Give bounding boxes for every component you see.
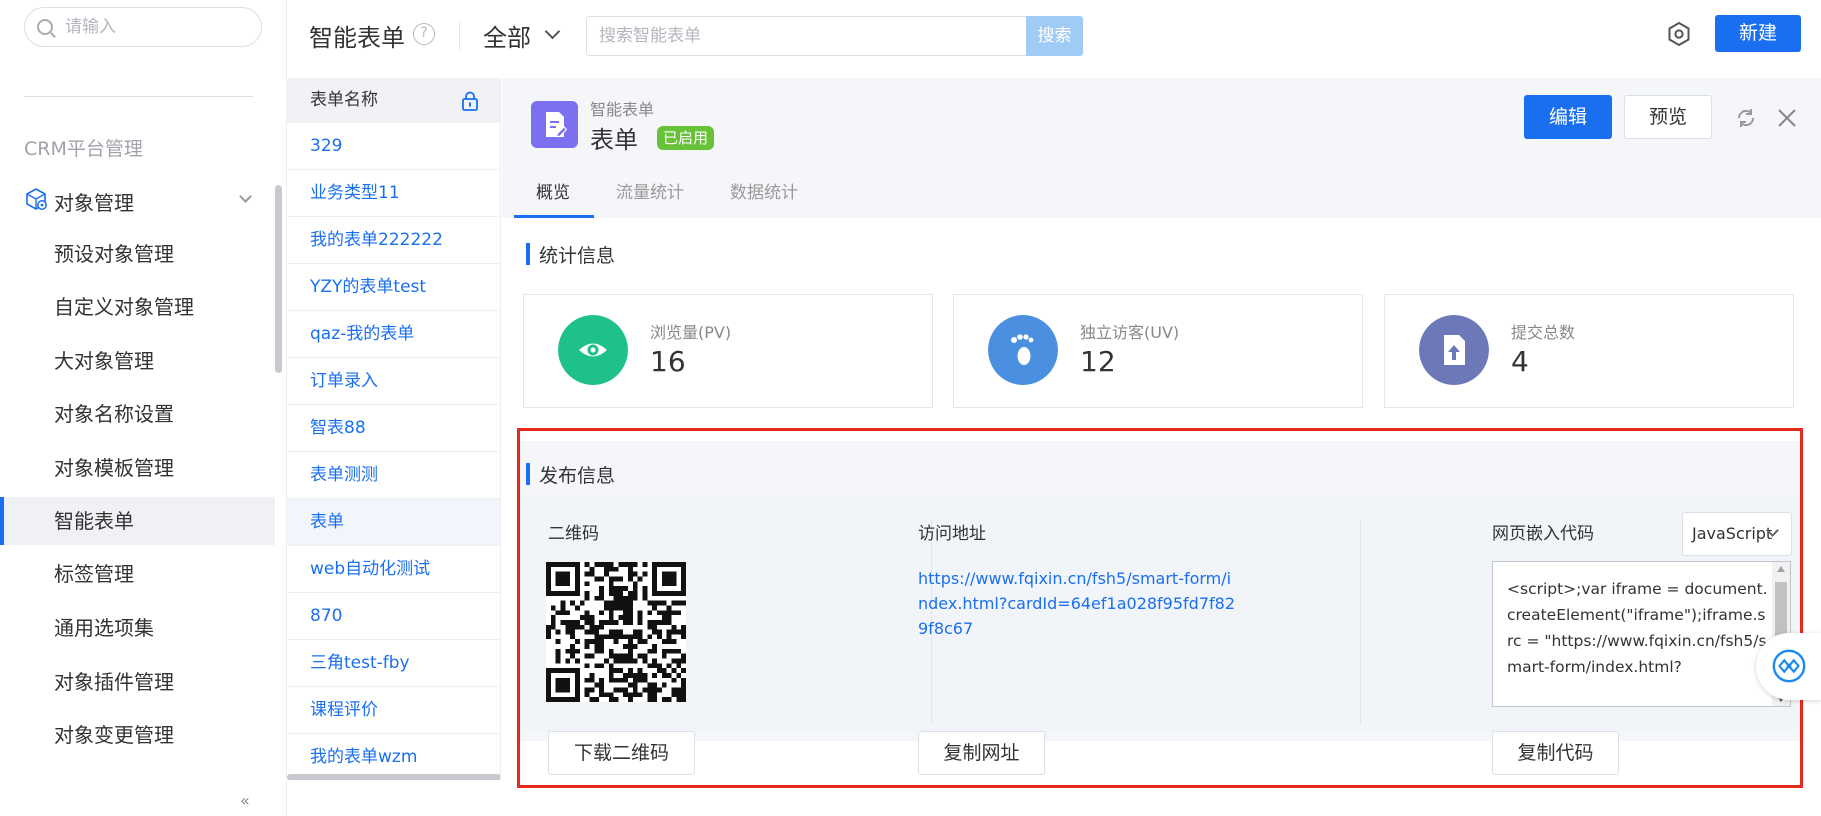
- collapse-sidebar-icon[interactable]: «: [240, 791, 250, 810]
- form-list-item[interactable]: web自动化测试: [287, 546, 500, 593]
- embed-code-label: 网页嵌入代码: [1492, 524, 1594, 544]
- qrcode-label: 二维码: [548, 524, 599, 544]
- sidebar-item[interactable]: 对象插件管理: [0, 658, 275, 706]
- form-list: 表单名称 329 业务类型11 我的表单222222 YZY的表单test qaz-我的…: [287, 78, 501, 780]
- form-edit-icon: [531, 101, 578, 148]
- download-qrcode-button[interactable]: 下载二维码: [548, 731, 695, 775]
- publish-content: 二维码 下载二维码 访问地址 https://www.fqixin.cn/fsh…: [522, 498, 1798, 775]
- form-list-item[interactable]: 329: [287, 123, 500, 170]
- file-upload-icon: [1419, 315, 1489, 385]
- tab-data-stats[interactable]: 数据统计: [730, 178, 798, 203]
- sidebar-group-label: CRM平台管理: [24, 138, 143, 160]
- scroll-up-arrow-icon[interactable]: [1777, 566, 1785, 572]
- scope-dropdown[interactable]: 全部: [483, 18, 531, 53]
- embed-code-text: <script>;var iframe = document.createEle…: [1507, 580, 1768, 676]
- copy-code-button[interactable]: 复制代码: [1492, 731, 1619, 775]
- form-list-header: 表单名称: [287, 78, 500, 123]
- sidebar-item[interactable]: 对象名称设置: [0, 390, 275, 438]
- header: 智能表单 ? 全部 搜索 新建: [287, 0, 1821, 70]
- form-list-item[interactable]: YZY的表单test: [287, 264, 500, 311]
- chevron-down-icon[interactable]: [544, 23, 561, 40]
- lock-icon[interactable]: [461, 91, 479, 111]
- detail-title: 表单: [590, 126, 638, 154]
- form-search[interactable]: [586, 16, 1029, 56]
- footprint-icon: [988, 315, 1058, 385]
- help-icon[interactable]: ?: [413, 23, 435, 45]
- sidebar-divider: [24, 96, 253, 97]
- sidebar-item[interactable]: 自定义对象管理: [0, 283, 275, 331]
- sidebar-item[interactable]: 智能表单: [0, 497, 275, 545]
- detail-subtitle: 智能表单: [590, 100, 655, 119]
- sidebar-search-input[interactable]: [65, 14, 255, 40]
- form-list-item[interactable]: 我的表单222222: [287, 217, 500, 264]
- tab-overview[interactable]: 概览: [536, 178, 570, 203]
- form-list-item[interactable]: 870: [287, 593, 500, 640]
- stat-value: 4: [1511, 345, 1529, 378]
- sidebar-item[interactable]: 通用选项集: [0, 604, 275, 652]
- form-list-scrollbar[interactable]: [287, 774, 500, 780]
- stats-section-title: 统计信息: [526, 241, 615, 268]
- cube-settings-icon: [26, 188, 47, 210]
- publish-section: 发布信息 二维码 下载二维码 访问地址 https://www.fqixin.c…: [516, 441, 1804, 775]
- eye-icon: [558, 315, 628, 385]
- form-search-input[interactable]: [587, 17, 1028, 55]
- detail-header: 智能表单 表单 已启用 编辑 预览 概览 流量统计 数据统计: [502, 78, 1821, 218]
- header-divider: [459, 22, 460, 50]
- column-divider: [1360, 519, 1361, 724]
- embed-language-value: JavaScript: [1692, 524, 1773, 543]
- sidebar-item[interactable]: 标签管理: [0, 550, 275, 598]
- form-list-item[interactable]: 三角test-fby: [287, 640, 500, 687]
- form-list-item[interactable]: 订单录入: [287, 358, 500, 405]
- tab-traffic-stats[interactable]: 流量统计: [616, 178, 684, 203]
- stat-label: 浏览量(PV): [650, 323, 732, 342]
- sidebar-search[interactable]: [24, 7, 262, 47]
- stat-card-pv: 浏览量(PV) 16: [523, 294, 933, 408]
- url-label: 访问地址: [918, 524, 986, 544]
- preview-button[interactable]: 预览: [1624, 95, 1712, 139]
- form-list-item[interactable]: 课程评价: [287, 687, 500, 734]
- copy-url-button[interactable]: 复制网址: [918, 731, 1045, 775]
- new-button[interactable]: 新建: [1715, 15, 1801, 52]
- status-badge: 已启用: [657, 126, 715, 150]
- stat-card-submissions: 提交总数 4: [1384, 294, 1794, 408]
- search-icon: [37, 19, 53, 35]
- sidebar-parent-label: 对象管理: [54, 191, 134, 215]
- chevron-down-icon: [239, 190, 252, 203]
- floating-assistant-button[interactable]: [1756, 633, 1821, 700]
- sidebar-item-object-management[interactable]: 对象管理: [0, 182, 275, 218]
- form-list-item[interactable]: 表单测测: [287, 452, 500, 499]
- sidebar-item[interactable]: 大对象管理: [0, 337, 275, 385]
- stat-label: 独立访客(UV): [1080, 323, 1180, 342]
- sidebar-item[interactable]: 对象变更管理: [0, 711, 275, 759]
- embed-language-select[interactable]: JavaScript: [1682, 512, 1792, 556]
- form-detail-panel: 智能表单 表单 已启用 编辑 预览 概览 流量统计 数据统计 统计信息 浏览量(…: [502, 78, 1821, 816]
- close-icon[interactable]: [1777, 108, 1797, 128]
- assistant-icon: [1772, 649, 1806, 683]
- form-list-item[interactable]: 业务类型11: [287, 170, 500, 217]
- edit-button[interactable]: 编辑: [1524, 95, 1612, 139]
- stat-card-uv: 独立访客(UV) 12: [953, 294, 1363, 408]
- stat-value: 16: [650, 345, 686, 378]
- stat-label: 提交总数: [1511, 323, 1576, 342]
- settings-icon[interactable]: [1666, 21, 1692, 47]
- stat-value: 12: [1080, 345, 1116, 378]
- form-list-item[interactable]: 智表88: [287, 405, 500, 452]
- publish-section-title: 发布信息: [526, 461, 615, 488]
- embed-code-textarea[interactable]: <script>;var iframe = document.createEle…: [1492, 561, 1791, 707]
- form-list-item[interactable]: qaz-我的表单: [287, 311, 500, 358]
- refresh-icon[interactable]: [1734, 106, 1758, 130]
- scrollbar-thumb[interactable]: [1775, 582, 1787, 638]
- access-url-link[interactable]: https://www.fqixin.cn/fsh5/smart-form/in…: [918, 566, 1236, 641]
- page-title: 智能表单: [309, 24, 405, 52]
- sidebar-item[interactable]: 对象模板管理: [0, 444, 275, 492]
- sidebar: CRM平台管理 对象管理 预设对象管理自定义对象管理大对象管理对象名称设置对象模…: [0, 0, 287, 816]
- search-button[interactable]: 搜索: [1026, 16, 1083, 56]
- sidebar-item[interactable]: 预设对象管理: [0, 230, 275, 278]
- form-list-column-header: 表单名称: [310, 90, 378, 110]
- form-list-item[interactable]: 表单: [287, 499, 500, 546]
- qrcode-image: [546, 562, 686, 702]
- sidebar-scrollbar[interactable]: [275, 185, 282, 373]
